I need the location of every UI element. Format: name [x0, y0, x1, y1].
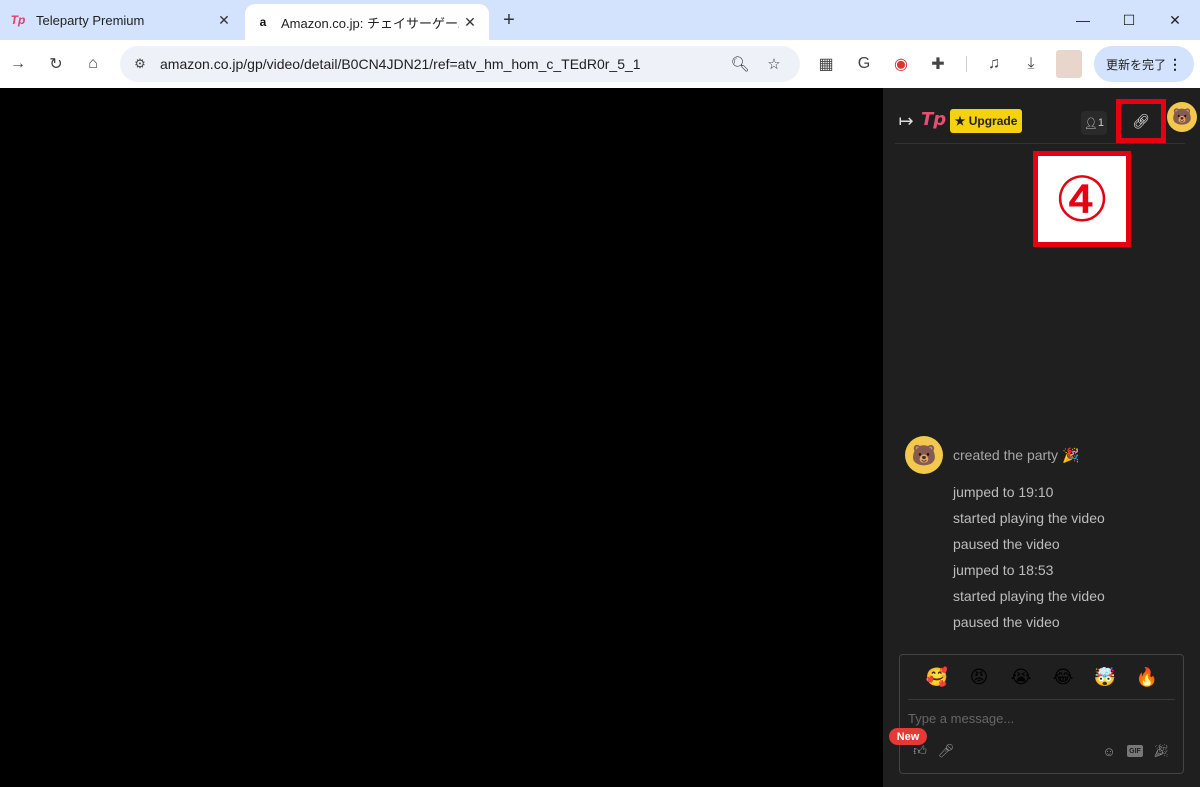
bookmark-star-icon[interactable]: ☆ — [762, 52, 786, 76]
forward-icon[interactable]: → — [4, 50, 32, 78]
reaction-laugh-icon[interactable]: 😂 — [1049, 663, 1077, 691]
close-tab-icon[interactable]: ✕ — [213, 9, 235, 31]
user-icon: 👤︎ — [1083, 117, 1098, 130]
upgrade-button[interactable]: ★ Upgrade — [950, 109, 1022, 133]
tab-teleparty[interactable]: Tp Teleparty Premium ✕ — [0, 0, 243, 40]
feed-avatar: 🐻 — [905, 436, 943, 474]
maximize-icon[interactable]: ☐ — [1106, 0, 1152, 40]
feed-created-party: created the party 🎉 — [953, 447, 1080, 463]
chat-divider — [908, 699, 1175, 700]
reaction-cry-icon[interactable]: 😭 — [1007, 663, 1035, 691]
close-window-icon[interactable]: ✕ — [1152, 0, 1198, 40]
party-popper-icon[interactable]: 🎉︎ — [1151, 741, 1171, 761]
users-count-button[interactable]: 👤︎ 1 — [1081, 111, 1107, 135]
feed-event: paused the video — [953, 614, 1060, 630]
minimize-icon[interactable]: — — [1060, 0, 1106, 40]
new-tab-button[interactable]: + — [497, 8, 521, 32]
update-button[interactable]: 更新を完了 ⋮ — [1094, 46, 1194, 82]
media-control-icon[interactable]: ♫ — [980, 50, 1008, 78]
reaction-mindblown-icon[interactable]: 🤯 — [1091, 663, 1119, 691]
collapse-sidebar-icon[interactable]: ↦ — [895, 108, 917, 134]
feed-event: started playing the video — [953, 510, 1105, 526]
address-bar[interactable]: ⚙ amazon.co.jp/gp/video/detail/B0CN4JDN2… — [120, 46, 800, 82]
toolbar-divider — [966, 56, 967, 72]
url-text: amazon.co.jp/gp/video/detail/B0CN4JDN21/… — [160, 56, 641, 72]
teleparty-logo: Tp — [921, 109, 947, 130]
user-avatar[interactable]: 🐻 — [1167, 102, 1197, 132]
tab-title: Teleparty Premium — [36, 12, 145, 28]
feed-event: jumped to 19:10 — [953, 484, 1054, 500]
feed-event: paused the video — [953, 536, 1060, 552]
reaction-angry-icon[interactable]: 😡 — [965, 663, 993, 691]
translate-icon[interactable]: G — [850, 50, 878, 78]
site-settings-icon[interactable]: ⚙ — [130, 54, 150, 74]
home-icon[interactable]: ⌂ — [79, 50, 107, 78]
reaction-love-icon[interactable]: 🥰 — [923, 663, 951, 691]
thumbs-up-icon[interactable]: 👍︎ — [910, 741, 930, 761]
zoom-search-icon[interactable]: 🔍︎ — [728, 52, 752, 76]
tab-title: Amazon.co.jp: チェイサーゲームW / — [281, 15, 459, 31]
amazon-favicon-icon: a — [259, 15, 267, 29]
reaction-bar: 🥰 😡 😭 😂 🤯 🔥 — [900, 663, 1183, 693]
reload-icon[interactable]: ↻ — [42, 50, 70, 78]
reaction-fire-icon[interactable]: 🔥 — [1133, 663, 1161, 691]
tab-strip: Tp Teleparty Premium ✕ a Amazon.co.jp: チ… — [0, 0, 1200, 40]
teleparty-sidebar: ↦ Tp ★ Upgrade 👤︎ 1 🔗︎ 🐻 ④ 🐻 created the … — [883, 88, 1200, 787]
video-player[interactable] — [0, 88, 883, 787]
more-menu-icon[interactable]: ⋮ — [1168, 56, 1182, 73]
microphone-icon[interactable]: 🎤︎ — [936, 741, 956, 761]
step-annotation: ④ — [1033, 151, 1131, 247]
teleparty-favicon-icon: Tp — [10, 13, 26, 27]
sidebar-header: ↦ Tp ★ Upgrade 👤︎ 1 🔗︎ 🐻 ④ — [895, 99, 1197, 247]
close-tab-icon[interactable]: ✕ — [459, 11, 481, 33]
browser-toolbar: → ↻ ⌂ ⚙ amazon.co.jp/gp/video/detail/B0C… — [0, 40, 1200, 88]
message-input[interactable] — [908, 707, 1168, 729]
user-count: 1 — [1097, 117, 1105, 129]
extension-tab-icon[interactable]: ▦ — [812, 50, 840, 78]
update-button-label: 更新を完了 — [1106, 57, 1167, 72]
emoji-picker-icon[interactable]: ☺ — [1099, 741, 1119, 761]
feed-event: jumped to 18:53 — [953, 562, 1054, 578]
chat-composer: 🥰 😡 😭 😂 🤯 🔥 New 👍︎ 🎤︎ ☺ GIF 🎉︎ — [889, 654, 1184, 774]
tab-amazon[interactable]: a Amazon.co.jp: チェイサーゲームW / ✕ — [245, 4, 489, 40]
download-icon[interactable]: ⤓ — [1017, 50, 1045, 78]
copy-link-button-highlight[interactable]: 🔗︎ — [1116, 99, 1166, 143]
feed-event: started playing the video — [953, 588, 1105, 604]
link-icon[interactable]: 🔗︎ — [1129, 109, 1153, 133]
record-icon[interactable]: ◉ — [887, 50, 915, 78]
gif-icon[interactable]: GIF — [1127, 745, 1143, 757]
extensions-puzzle-icon[interactable]: ✚ — [924, 50, 952, 78]
profile-avatar[interactable] — [1056, 50, 1082, 78]
